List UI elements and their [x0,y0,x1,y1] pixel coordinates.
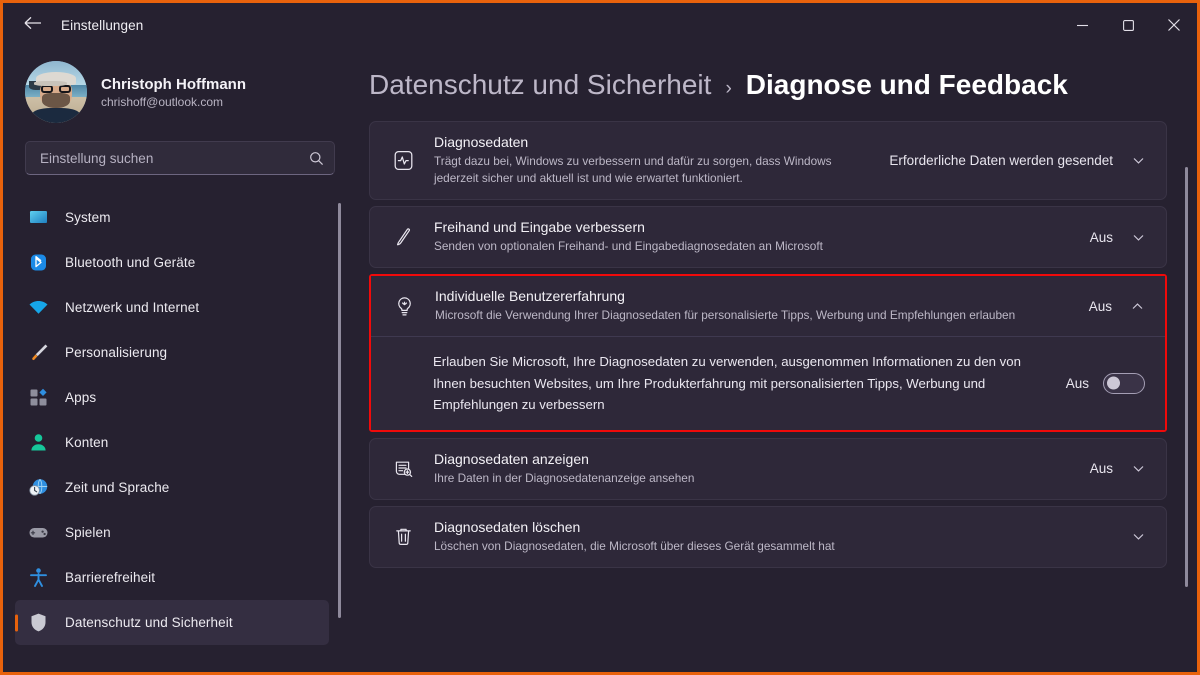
expanded-toggle-row: Erlauben Sie Microsoft, Ihre Diagnosedat… [371,337,1165,430]
page-title: Diagnose und Feedback [745,69,1068,100]
lightbulb-icon [389,295,419,318]
window-title: Einstellungen [61,17,144,33]
card-value: Aus [1089,461,1113,477]
card-title: Diagnosedaten anzeigen [434,450,589,467]
trash-icon [388,525,418,548]
card-title: Individuelle Benutzererfahrung [435,288,625,305]
paintbrush-icon [27,342,49,364]
sidebar-item-personalization[interactable]: Personalisierung [15,330,329,375]
monitor-icon [27,207,49,229]
sidebar-item-label: Barrierefreiheit [65,570,156,585]
card-value: Aus [1089,229,1113,245]
sidebar-item-label: Netzwerk und Internet [65,300,200,315]
card-description: Löschen von Diagnosedaten, die Microsoft… [434,538,835,553]
content-pane: Datenschutz und Sicherheit › Diagnose un… [351,47,1197,672]
card-description: Trägt dazu bei, Windows zu verbessern un… [434,154,832,186]
settings-list: Diagnosedaten Trägt dazu bei, Windows zu… [369,121,1167,568]
highlight-annotation: Individuelle Benutzererfahrung Microsoft… [369,274,1167,432]
sidebar-item-bluetooth[interactable]: Bluetooth und Geräte [15,240,329,285]
sidebar: Christoph Hoffmann chrishoff@outlook.com [3,47,351,672]
title-bar: Einstellungen [3,3,1197,47]
card-title: Diagnosedaten [434,134,529,150]
chevron-down-icon[interactable] [1131,230,1146,245]
window-body: Christoph Hoffmann chrishoff@outlook.com [3,47,1197,672]
minimize-icon [1076,19,1089,32]
sidebar-item-label: Datenschutz und Sicherheit [65,615,233,630]
maximize-button[interactable] [1105,5,1151,46]
breadcrumb-separator-icon: › [725,78,732,99]
toggle-knob [1107,376,1120,390]
arrow-left-icon [24,16,42,35]
search-input[interactable] [40,150,309,166]
sidebar-scrollbar[interactable] [338,203,341,618]
apps-icon [27,387,49,409]
wifi-icon [27,297,49,319]
sidebar-item-time-language[interactable]: Zeit und Sprache [15,465,329,510]
accessibility-icon [27,567,49,589]
card-description: Microsoft die Verwendung Ihrer Diagnosed… [435,308,1016,323]
chevron-down-icon[interactable] [1131,461,1146,476]
minimize-button[interactable] [1059,5,1105,46]
card-description: Senden von optionalen Freihand- und Eing… [434,239,823,254]
clock-globe-icon [27,477,49,499]
back-button[interactable] [13,9,53,41]
settings-window: Einstellungen Christoph Hoffmann chrisho… [0,0,1200,675]
sidebar-item-label: Personalisierung [65,345,168,360]
close-button[interactable] [1151,5,1197,46]
sidebar-item-privacy-security[interactable]: Datenschutz und Sicherheit [15,600,329,645]
setting-card-inking-typing[interactable]: Freihand und Eingabe verbessern Senden v… [369,206,1167,269]
toggle-label: Aus [1065,375,1089,391]
content-scrollbar[interactable] [1185,167,1188,587]
card-value: Aus [1088,298,1112,314]
sidebar-item-network[interactable]: Netzwerk und Internet [15,285,329,330]
sidebar-item-label: Apps [65,390,97,405]
expanded-description: Erlauben Sie Microsoft, Ihre Diagnosedat… [433,354,1021,413]
sidebar-item-system[interactable]: System [15,195,329,240]
breadcrumb-parent[interactable]: Datenschutz und Sicherheit [369,69,711,101]
setting-card-view-diagnostic-data[interactable]: Diagnosedaten anzeigen Ihre Daten in der… [369,437,1167,500]
card-description: Ihre Daten in der Diagnosedatenanzeige a… [434,470,695,485]
person-icon [27,432,49,454]
bluetooth-icon [27,252,49,274]
sidebar-item-label: Konten [65,435,109,450]
pen-icon [388,226,418,249]
card-title: Diagnosedaten löschen [434,518,581,535]
chevron-down-icon[interactable] [1131,153,1146,168]
chevron-down-icon[interactable] [1131,529,1146,544]
sidebar-item-gaming[interactable]: Spielen [15,510,329,555]
account-section[interactable]: Christoph Hoffmann chrishoff@outlook.com [15,47,351,141]
search-box[interactable] [25,141,335,175]
sidebar-item-label: Zeit und Sprache [65,480,170,495]
pulse-icon [388,149,418,172]
setting-card-tailored-experiences[interactable]: Individuelle Benutzererfahrung Microsoft… [371,276,1165,338]
card-value: Erforderliche Daten werden gesendet [889,153,1113,169]
setting-card-diagnostic-data[interactable]: Diagnosedaten Trägt dazu bei, Windows zu… [369,121,1167,201]
sidebar-nav: System Bluetooth und Geräte Netzwerk und… [15,195,351,672]
sidebar-item-apps[interactable]: Apps [15,375,329,420]
sidebar-item-label: Bluetooth und Geräte [65,255,196,270]
shield-icon [27,612,49,634]
data-viewer-icon [388,457,418,480]
breadcrumb: Datenschutz und Sicherheit › Diagnose un… [369,47,1167,121]
card-title: Freihand und Eingabe verbessern [434,219,645,236]
chevron-up-icon[interactable] [1130,299,1145,314]
avatar [25,61,87,123]
sidebar-item-accessibility[interactable]: Barrierefreiheit [15,555,329,600]
sidebar-item-accounts[interactable]: Konten [15,420,329,465]
account-email: chrishoff@outlook.com [101,94,224,109]
account-name: Christoph Hoffmann [101,75,246,93]
sidebar-item-label: Spielen [65,525,111,540]
tailored-experiences-toggle[interactable] [1103,372,1145,394]
gamepad-icon [27,522,49,544]
setting-card-delete-diagnostic-data[interactable]: Diagnosedaten löschen Löschen von Diagno… [369,505,1167,568]
sidebar-item-label: System [65,210,111,225]
maximize-icon [1122,19,1135,32]
search-icon [309,151,324,166]
close-icon [1167,18,1181,32]
